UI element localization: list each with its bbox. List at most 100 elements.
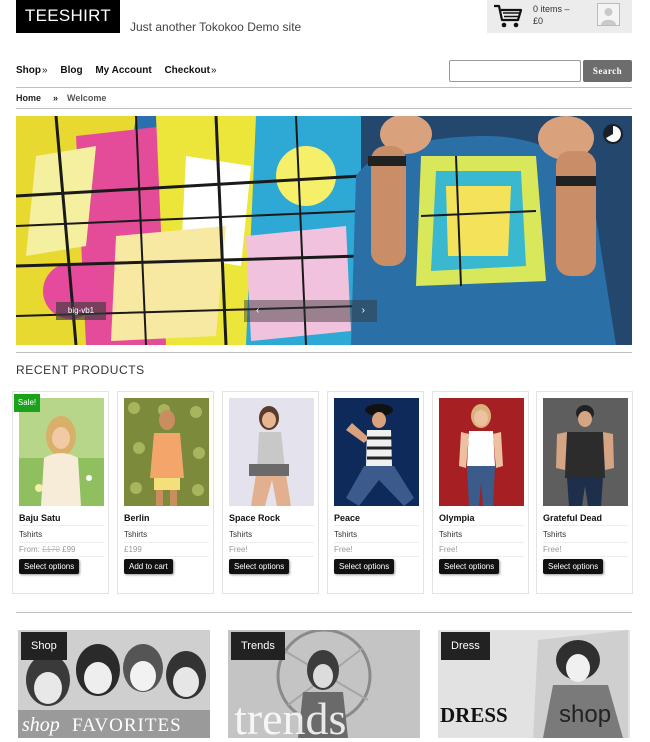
product-image[interactable] [543,398,628,506]
breadcrumb-home-link[interactable]: Home [16,93,41,103]
site-tagline: Just another Tokokoo Demo site [130,20,302,34]
divider [229,556,314,557]
select-options-button[interactable]: Select options [229,559,290,574]
user-avatar-icon[interactable] [597,3,620,26]
select-options-button[interactable]: Select options [19,559,80,574]
divider [16,612,632,613]
breadcrumb-current: Welcome [67,93,107,103]
slider-timer-icon[interactable] [602,123,624,145]
product-price: Free! [543,545,562,554]
breadcrumb-separator: » [53,93,59,103]
banner-art-text: shop [559,701,611,728]
category-banner-shop[interactable]: shop FAVORITES Shop [18,630,210,738]
product-name[interactable]: Baju Satu [19,513,61,523]
nav-item-shop[interactable]: Shop» [16,65,48,76]
nav-item-label: My Account [95,65,152,76]
product-category[interactable]: Tshirts [334,530,357,539]
price-current: Free! [543,545,562,554]
product-image[interactable] [229,398,314,506]
banner-art-text: trends [234,693,346,738]
product-category[interactable]: Tshirts [19,530,42,539]
divider [16,108,632,109]
divider [334,556,419,557]
divider [439,556,524,557]
product-card[interactable]: Peace Tshirts Free! Select options [327,391,424,594]
search-input[interactable] [449,60,581,82]
product-card[interactable]: Space Rock Tshirts Free! Select options [222,391,319,594]
price-current: Free! [439,545,458,554]
product-card[interactable]: Berlin Tshirts £199 Add to cart [117,391,214,594]
divider [334,542,419,543]
nav-item-blog[interactable]: Blog [60,65,82,76]
product-category[interactable]: Tshirts [229,530,252,539]
hero-slider[interactable]: big-vb1 ‹ › [16,116,632,345]
category-banner-dress[interactable]: DRESS shop Dress [438,630,630,738]
divider [543,556,628,557]
product-category[interactable]: Tshirts [124,530,147,539]
divider [439,542,524,543]
divider [229,525,314,526]
product-card[interactable]: Grateful Dead Tshirts Free! Select optio… [536,391,633,594]
product-card[interactable]: Baju Satu Tshirts From: £170 £99 Select … [12,391,109,594]
product-image[interactable] [334,398,419,506]
select-options-button[interactable]: Select options [439,559,500,574]
product-name[interactable]: Space Rock [229,513,280,523]
select-options-button[interactable]: Select options [543,559,604,574]
site-logo[interactable]: TEESHIRT [16,0,120,33]
cart-total: £0 [533,16,544,26]
product-category[interactable]: Tshirts [439,530,462,539]
slider-controls: ‹ › [244,300,377,322]
category-tag[interactable]: Trends [231,632,285,660]
nav-item-label: Blog [60,65,83,76]
divider [124,525,209,526]
price-old: £170 [42,545,60,554]
divider [124,542,209,543]
divider [19,525,104,526]
product-price: £199 [124,545,142,554]
price-current: Free! [229,545,248,554]
nav-item-checkout[interactable]: Checkout» [164,65,216,76]
category-tag[interactable]: Dress [441,632,490,660]
product-image[interactable] [19,398,104,506]
nav-item-label: Shop [16,65,41,76]
main-navigation: Shop» Blog My Account Checkout» [16,65,227,76]
price-prefix: From: [19,545,43,554]
search-button[interactable]: Search [583,60,632,82]
price-current: £99 [59,545,76,554]
divider [124,556,209,557]
product-image[interactable] [439,398,524,506]
select-options-button[interactable]: Select options [334,559,395,574]
product-name[interactable]: Olympia [439,513,475,523]
divider [16,352,632,353]
product-price: Free! [334,545,353,554]
divider [334,525,419,526]
divider [543,542,628,543]
product-category[interactable]: Tshirts [543,530,566,539]
nav-item-my-account[interactable]: My Account [95,65,151,76]
product-name[interactable]: Berlin [124,513,150,523]
product-image[interactable] [124,398,209,506]
divider [16,87,632,88]
product-card[interactable]: Olympia Tshirts Free! Select options [432,391,529,594]
divider [439,525,524,526]
category-banner-trends[interactable]: trends Trends [228,630,420,738]
nav-dropdown-arrow: » [42,65,48,76]
product-name[interactable]: Peace [334,513,360,523]
add-to-cart-button[interactable]: Add to cart [124,559,173,574]
price-current: £199 [124,545,142,554]
nav-item-label: Checkout [164,65,210,76]
sale-badge: Sale! [14,394,40,412]
slide-caption: big-vb1 [56,302,106,320]
product-price: Free! [229,545,248,554]
slider-prev-button[interactable]: ‹ [256,304,259,318]
recent-products-heading: RECENT PRODUCTS [16,363,145,377]
product-name[interactable]: Grateful Dead [543,513,602,523]
nav-dropdown-arrow: » [211,65,217,76]
mini-cart[interactable]: 0 items – £0 [487,0,632,33]
cart-summary[interactable]: 0 items – £0 [533,3,570,27]
category-tag[interactable]: Shop [21,632,67,660]
product-price: From: £170 £99 [19,545,75,554]
cart-items-count: 0 items – [533,4,570,14]
slider-next-button[interactable]: › [362,304,365,318]
price-current: Free! [334,545,353,554]
